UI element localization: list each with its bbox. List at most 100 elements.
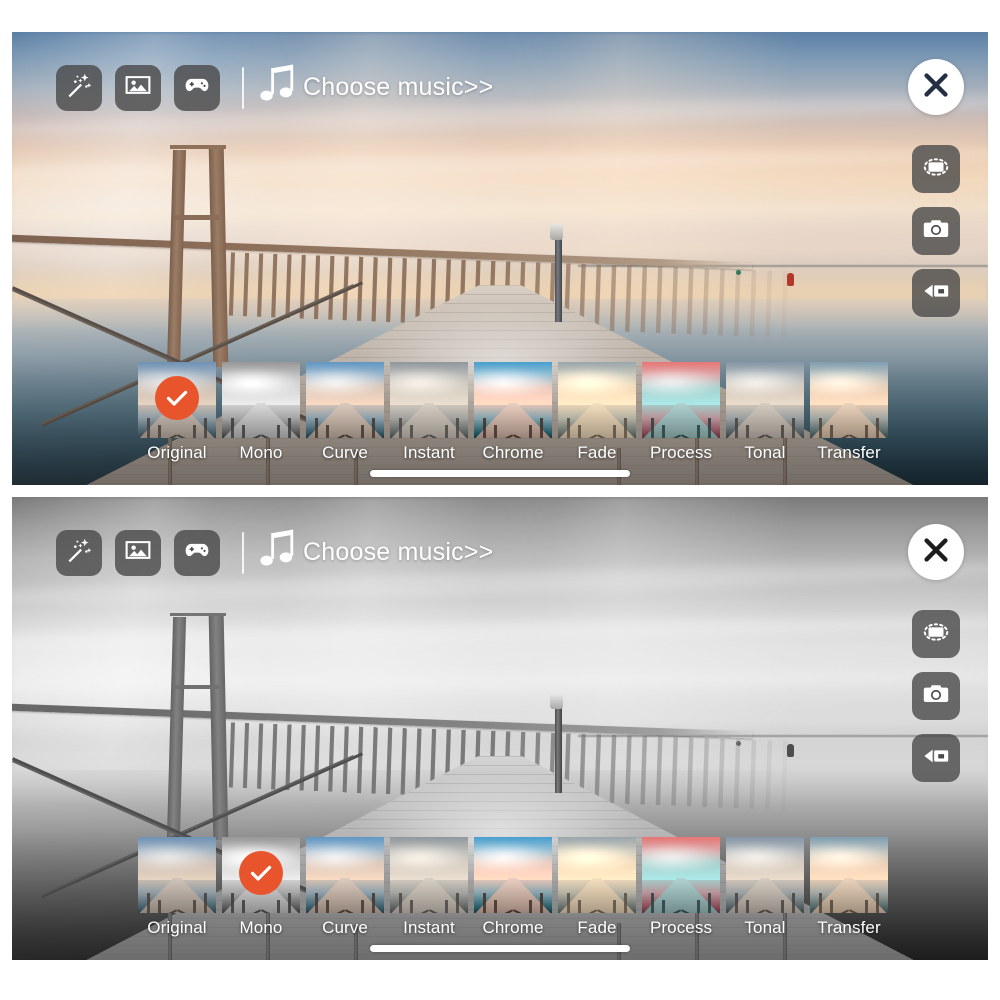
crop-rotate-button[interactable] bbox=[912, 145, 960, 193]
filter-item-chrome[interactable]: Chrome bbox=[474, 837, 552, 938]
bridge-pylon-crossbeam bbox=[174, 215, 219, 220]
filter-scroll-indicator[interactable] bbox=[370, 470, 630, 477]
filter-item-process[interactable]: Process bbox=[642, 837, 720, 938]
editor-panel-mono: Choose music>> Original Mono Curve Insta… bbox=[12, 497, 988, 960]
filter-thumbnail-image bbox=[642, 837, 720, 913]
choose-music-button[interactable]: Choose music>> bbox=[259, 528, 493, 577]
filter-label: Mono bbox=[239, 443, 283, 462]
filter-thumbnail[interactable] bbox=[138, 837, 216, 913]
filter-thumbnail-image bbox=[726, 837, 804, 913]
magic-wand-button[interactable] bbox=[56, 529, 102, 576]
app-root: Choose music>> Original Mono Curve Insta… bbox=[0, 0, 1000, 1000]
photo-button[interactable] bbox=[115, 529, 161, 576]
filter-thumbnail[interactable] bbox=[558, 837, 636, 913]
camera-icon bbox=[921, 214, 951, 249]
filter-item-tonal[interactable]: Tonal bbox=[726, 362, 804, 463]
filter-thumbnail-image bbox=[306, 837, 384, 913]
filter-thumbnail-image bbox=[306, 362, 384, 438]
toolbar-divider bbox=[242, 531, 244, 574]
filter-thumbnail[interactable] bbox=[222, 362, 300, 438]
choose-music-label: Choose music>> bbox=[303, 538, 494, 566]
filter-label: Curve bbox=[322, 918, 368, 937]
selected-check-badge bbox=[239, 851, 283, 896]
bridge-pylon-crossbeam bbox=[174, 684, 219, 689]
buoy-green bbox=[736, 740, 742, 746]
top-toolbar: Choose music>> bbox=[56, 63, 493, 112]
filter-thumbnail[interactable] bbox=[810, 362, 888, 438]
filter-thumbnail[interactable] bbox=[726, 837, 804, 913]
filter-label: Original bbox=[147, 918, 207, 937]
magic-wand-icon bbox=[65, 71, 93, 104]
video-button[interactable] bbox=[912, 734, 960, 782]
filter-label: Process bbox=[649, 443, 713, 462]
magic-wand-button[interactable] bbox=[56, 64, 102, 111]
bridge-pylon-top bbox=[170, 145, 226, 149]
filter-label: Original bbox=[147, 443, 207, 462]
filter-item-instant[interactable]: Instant bbox=[390, 362, 468, 463]
filter-item-fade[interactable]: Fade bbox=[558, 837, 636, 938]
filter-thumbnail[interactable] bbox=[138, 362, 216, 438]
gamepad-icon bbox=[183, 536, 211, 569]
filter-item-original[interactable]: Original bbox=[138, 362, 216, 463]
filter-item-curve[interactable]: Curve bbox=[306, 362, 384, 463]
filter-item-original[interactable]: Original bbox=[138, 837, 216, 938]
lamp-post bbox=[554, 231, 562, 322]
video-camera-icon bbox=[921, 276, 951, 311]
filter-item-curve[interactable]: Curve bbox=[306, 837, 384, 938]
side-control-bar bbox=[908, 59, 964, 317]
filter-thumbnail-image bbox=[474, 837, 552, 913]
filter-thumbnail-image bbox=[474, 362, 552, 438]
lamp-head bbox=[549, 223, 563, 240]
camera-icon bbox=[921, 679, 951, 714]
filter-thumbnail[interactable] bbox=[642, 362, 720, 438]
close-button[interactable] bbox=[908, 59, 964, 115]
crop-rotate-button[interactable] bbox=[912, 610, 960, 658]
filter-item-mono[interactable]: Mono bbox=[222, 837, 300, 938]
filter-item-mono[interactable]: Mono bbox=[222, 362, 300, 463]
filter-label: Curve bbox=[322, 443, 368, 462]
music-note-icon bbox=[259, 528, 299, 577]
filter-strip: Original Mono Curve Instant Chrome Fade Proces… bbox=[138, 837, 888, 938]
filter-thumbnail[interactable] bbox=[726, 362, 804, 438]
filter-item-instant[interactable]: Instant bbox=[390, 837, 468, 938]
filter-item-chrome[interactable]: Chrome bbox=[474, 362, 552, 463]
crop-rotate-icon bbox=[921, 617, 951, 652]
filter-label: Chrome bbox=[482, 918, 544, 937]
filter-label: Instant bbox=[403, 918, 455, 937]
filter-item-process[interactable]: Process bbox=[642, 362, 720, 463]
close-button[interactable] bbox=[908, 524, 964, 580]
filter-thumbnail[interactable] bbox=[222, 837, 300, 913]
video-button[interactable] bbox=[912, 269, 960, 317]
filter-thumbnail[interactable] bbox=[390, 362, 468, 438]
side-control-bar bbox=[908, 524, 964, 782]
filter-thumbnail[interactable] bbox=[306, 837, 384, 913]
game-button[interactable] bbox=[174, 64, 220, 111]
photo-button[interactable] bbox=[115, 64, 161, 111]
filter-thumbnail[interactable] bbox=[810, 837, 888, 913]
choose-music-button[interactable]: Choose music>> bbox=[259, 63, 493, 112]
filter-thumbnail[interactable] bbox=[474, 362, 552, 438]
crop-rotate-icon bbox=[921, 152, 951, 187]
filter-item-transfer[interactable]: Transfer bbox=[810, 837, 888, 938]
filter-thumbnail[interactable] bbox=[306, 362, 384, 438]
music-note-icon bbox=[259, 63, 299, 112]
game-button[interactable] bbox=[174, 529, 220, 576]
camera-button[interactable] bbox=[912, 672, 960, 720]
lamp-head bbox=[549, 692, 563, 709]
filter-label: Chrome bbox=[482, 443, 544, 462]
photo-icon bbox=[124, 536, 152, 569]
filter-item-transfer[interactable]: Transfer bbox=[810, 362, 888, 463]
magic-wand-icon bbox=[65, 536, 93, 569]
bridge-pylon-top bbox=[170, 612, 226, 617]
filter-item-tonal[interactable]: Tonal bbox=[726, 837, 804, 938]
filter-thumbnail[interactable] bbox=[642, 837, 720, 913]
filter-scroll-indicator[interactable] bbox=[370, 945, 630, 952]
photo-icon bbox=[124, 71, 152, 104]
camera-button[interactable] bbox=[912, 207, 960, 255]
filter-label: Transfer bbox=[817, 443, 881, 462]
filter-item-fade[interactable]: Fade bbox=[558, 362, 636, 463]
filter-thumbnail[interactable] bbox=[390, 837, 468, 913]
editor-panel-color: Choose music>> Original Mono Curve Insta… bbox=[12, 32, 988, 485]
filter-thumbnail[interactable] bbox=[558, 362, 636, 438]
filter-thumbnail[interactable] bbox=[474, 837, 552, 913]
